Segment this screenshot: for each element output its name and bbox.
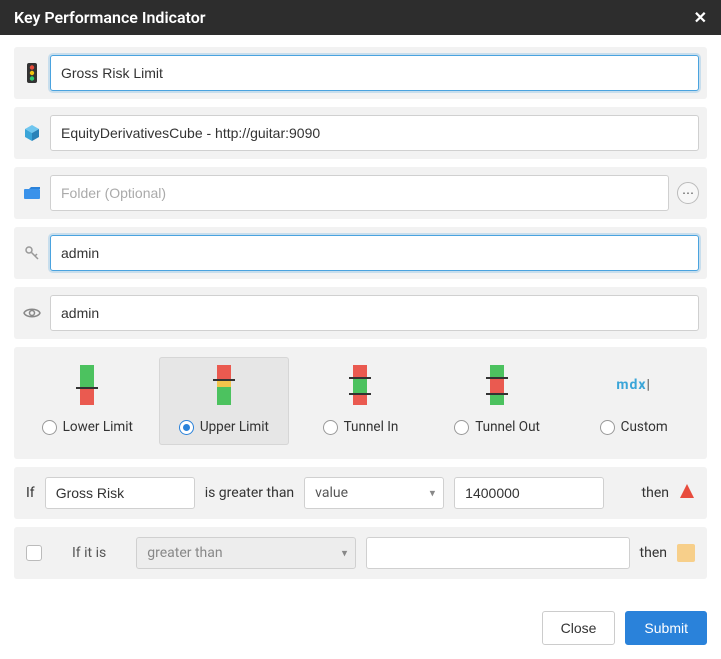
- radio-tunnel-in[interactable]: [323, 420, 338, 435]
- secondary-value-input[interactable]: [366, 537, 629, 569]
- cube-row: [14, 107, 707, 159]
- then-label: then: [642, 485, 669, 501]
- radio-tunnel-out[interactable]: [454, 420, 469, 435]
- then-label: then: [640, 545, 667, 561]
- owner-input[interactable]: [50, 235, 699, 271]
- type-custom[interactable]: mdx| Custom: [568, 357, 699, 445]
- enable-secondary-checkbox[interactable]: [26, 545, 42, 561]
- compare-type-select[interactable]: value ▾: [304, 477, 444, 509]
- if-it-is-label: If it is: [72, 545, 106, 561]
- lower-limit-icon: [67, 365, 107, 405]
- operator-text: is greater than: [205, 485, 294, 501]
- traffic-light-icon: [22, 63, 42, 83]
- dialog-titlebar: Key Performance Indicator ✕: [0, 0, 721, 35]
- viewer-input[interactable]: [50, 295, 699, 331]
- type-label: Lower Limit: [63, 419, 133, 435]
- condition-primary: If is greater than value ▾ then: [14, 467, 707, 519]
- cube-icon: [22, 124, 42, 142]
- eye-icon: [22, 307, 42, 319]
- name-row: [14, 47, 707, 99]
- cube-input[interactable]: [50, 115, 699, 151]
- radio-lower[interactable]: [42, 420, 57, 435]
- chevron-down-icon: ▾: [342, 547, 348, 560]
- condition-secondary: If it is greater than ▾ then: [14, 527, 707, 579]
- type-label: Tunnel Out: [475, 419, 540, 435]
- radio-upper[interactable]: [179, 420, 194, 435]
- type-label: Tunnel In: [344, 419, 399, 435]
- kpi-type-selector: Lower Limit Upper Limit: [14, 347, 707, 459]
- type-upper-limit[interactable]: Upper Limit: [159, 357, 290, 445]
- if-label: If: [26, 485, 35, 501]
- type-tunnel-in[interactable]: Tunnel In: [295, 357, 426, 445]
- viewer-row: [14, 287, 707, 339]
- type-tunnel-out[interactable]: Tunnel Out: [432, 357, 563, 445]
- type-lower-limit[interactable]: Lower Limit: [22, 357, 153, 445]
- owner-row: [14, 227, 707, 279]
- name-input[interactable]: [50, 55, 699, 91]
- folder-input[interactable]: [50, 175, 669, 211]
- key-icon: [22, 245, 42, 261]
- tunnel-out-icon: [477, 365, 517, 405]
- type-label: Custom: [621, 419, 668, 435]
- type-label: Upper Limit: [200, 419, 269, 435]
- dialog-footer: Close Submit: [0, 601, 721, 659]
- radio-custom[interactable]: [600, 420, 615, 435]
- chevron-down-icon: ▾: [430, 487, 436, 500]
- compare-value-input[interactable]: [454, 477, 604, 509]
- close-button[interactable]: Close: [542, 611, 616, 645]
- close-icon[interactable]: ✕: [694, 10, 707, 26]
- secondary-operator-select[interactable]: greater than ▾: [136, 537, 356, 569]
- result-indicator[interactable]: [679, 483, 695, 503]
- submit-button[interactable]: Submit: [625, 611, 707, 645]
- secondary-result-swatch[interactable]: [677, 544, 695, 562]
- custom-mdx-icon: mdx|: [614, 365, 654, 405]
- folder-icon: [22, 186, 42, 200]
- upper-limit-icon: [204, 365, 244, 405]
- measure-input[interactable]: [45, 477, 195, 509]
- tunnel-in-icon: [340, 365, 380, 405]
- dialog-title: Key Performance Indicator: [14, 8, 206, 27]
- folder-browse-button[interactable]: ⋯: [677, 182, 699, 204]
- folder-row: ⋯: [14, 167, 707, 219]
